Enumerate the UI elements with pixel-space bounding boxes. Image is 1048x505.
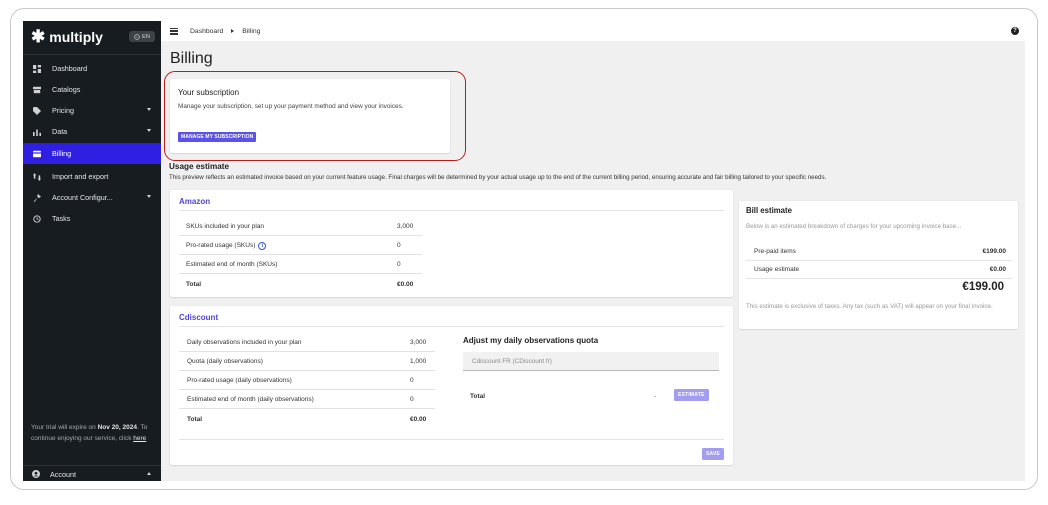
sidebar-item-label: Catalogs bbox=[52, 85, 81, 94]
bill-estimate-card: Bill estimate Below is an estimated brea… bbox=[739, 201, 1018, 329]
account-label: Account bbox=[50, 469, 76, 479]
page-title: Billing bbox=[170, 50, 213, 67]
info-icon[interactable]: i bbox=[258, 241, 267, 250]
table-row-total: Total €0.00 bbox=[186, 280, 414, 288]
sidebar-item-label: Import and export bbox=[52, 172, 109, 181]
bill-row-prepaid: Pre-paid items €199.00 bbox=[746, 243, 1012, 261]
main-content: Billing Your subscription Manage your su… bbox=[161, 41, 1025, 481]
card-divider bbox=[179, 326, 724, 327]
sidebar-item-dashboard[interactable]: Dashboard bbox=[23, 58, 161, 79]
catalog-icon bbox=[33, 86, 41, 93]
breadcrumb-billing: Billing bbox=[242, 27, 261, 35]
table-row: SKUs included in your plan 3,000 bbox=[179, 218, 422, 236]
chevron-down-icon bbox=[147, 129, 151, 132]
usage-estimate-title: Usage estimate bbox=[169, 162, 230, 171]
sidebar-item-billing[interactable]: Billing bbox=[23, 143, 161, 164]
table-row: Pro-rated usage (SKUs) i 0 bbox=[179, 237, 422, 255]
chevron-down-icon bbox=[147, 108, 151, 111]
cdiscount-card: Cdiscount Daily observations included in… bbox=[170, 306, 733, 465]
sidebar-item-label: Billing bbox=[52, 149, 72, 158]
bill-total: €199.00 bbox=[962, 281, 1004, 293]
table-row: Daily observations included in your plan… bbox=[179, 334, 435, 352]
credit-card-icon bbox=[33, 150, 41, 157]
bill-row-usage: Usage estimate €0.00 bbox=[746, 261, 1012, 279]
subscription-card: Your subscription Manage your subscripti… bbox=[170, 79, 450, 153]
translate-icon bbox=[134, 33, 140, 40]
sidebar-item-label: Dashboard bbox=[52, 64, 88, 73]
help-icon[interactable]: ? bbox=[1011, 27, 1019, 35]
cdiscount-title: Cdiscount bbox=[179, 313, 219, 322]
tax-note: This estimate is exclusive of taxes. Any… bbox=[746, 303, 993, 310]
subscription-title: Your subscription bbox=[178, 88, 240, 97]
sidebar-item-tasks[interactable]: Tasks bbox=[23, 208, 161, 229]
brand-logo[interactable]: ✱ multiply bbox=[31, 27, 103, 46]
tag-icon bbox=[33, 106, 41, 115]
account-menu[interactable]: Account bbox=[23, 467, 161, 481]
top-bar: Dashboard Billing ? bbox=[161, 21, 1025, 41]
table-row-total: Total €0.00 bbox=[187, 415, 427, 423]
trial-here-link[interactable]: here bbox=[133, 435, 146, 442]
app: ✱ multiply EN Dashboard Catalogs Pricing… bbox=[23, 21, 1025, 481]
bill-estimate-title: Bill estimate bbox=[746, 206, 792, 215]
chevron-down-icon bbox=[147, 195, 151, 198]
trial-expiry-date: Nov 20, 2024 bbox=[97, 424, 137, 431]
sidebar-item-label: Data bbox=[52, 127, 68, 136]
import-export-icon bbox=[33, 172, 41, 181]
bill-estimate-description: Below is an estimated breakdown of charg… bbox=[746, 223, 962, 230]
language-label: EN bbox=[142, 33, 150, 40]
card-divider bbox=[179, 439, 724, 440]
table-row: Estimated end of month (SKUs) 0 bbox=[179, 256, 422, 274]
chevron-up-icon bbox=[147, 472, 151, 475]
marketplace-select[interactable]: Cdiscount FR (CDiscount fr) bbox=[463, 352, 719, 371]
sidebar-divider bbox=[23, 54, 161, 55]
breadcrumb-separator-icon bbox=[231, 29, 235, 33]
save-button[interactable]: SAVE bbox=[702, 448, 725, 460]
card-divider bbox=[179, 210, 724, 211]
brand-name: multiply bbox=[49, 29, 103, 45]
bar-chart-icon bbox=[33, 129, 41, 136]
adjust-total-value: - bbox=[654, 393, 657, 400]
table-row: Estimated end of month (daily observatio… bbox=[179, 391, 435, 409]
table-row: Quota (daily observations) 1,000 bbox=[179, 353, 435, 371]
subscription-description: Manage your subscription, set up your pa… bbox=[178, 103, 404, 110]
sidebar-item-label: Account Configur... bbox=[52, 193, 113, 202]
wrench-icon bbox=[33, 193, 41, 202]
dashboard-icon bbox=[33, 64, 41, 73]
table-row: Pro-rated usage (daily observations) 0 bbox=[179, 372, 435, 390]
sidebar-item-import-export[interactable]: Import and export bbox=[23, 166, 161, 187]
manage-subscription-button[interactable]: MANAGE MY SUBSCRIPTION bbox=[178, 132, 257, 142]
language-switch[interactable]: EN bbox=[129, 31, 155, 42]
account-circle-icon bbox=[32, 470, 40, 478]
sidebar-item-data[interactable]: Data bbox=[23, 121, 161, 142]
sidebar-item-label: Pricing bbox=[52, 106, 74, 115]
history-icon bbox=[33, 214, 41, 223]
sidebar-item-account-configuration[interactable]: Account Configur... bbox=[23, 187, 161, 208]
breadcrumb-dashboard[interactable]: Dashboard bbox=[190, 28, 223, 35]
sidebar-item-catalogs[interactable]: Catalogs bbox=[23, 79, 161, 100]
amazon-title: Amazon bbox=[179, 197, 211, 206]
adjust-quota-title: Adjust my daily observations quota bbox=[463, 336, 599, 345]
sidebar-divider bbox=[23, 465, 161, 466]
trial-notice: Your trial will expire on Nov 20, 2024. … bbox=[31, 424, 148, 442]
sidebar: ✱ multiply EN Dashboard Catalogs Pricing… bbox=[23, 21, 161, 481]
menu-icon[interactable] bbox=[170, 27, 178, 35]
estimate-button[interactable]: ESTIMATE bbox=[674, 389, 709, 401]
adjust-total-label: Total bbox=[470, 393, 486, 400]
sidebar-item-pricing[interactable]: Pricing bbox=[23, 100, 161, 121]
amazon-card: Amazon SKUs included in your plan 3,000 … bbox=[170, 190, 733, 297]
sidebar-item-label: Tasks bbox=[52, 214, 71, 223]
usage-estimate-description: This preview reflects an estimated invoi… bbox=[169, 174, 827, 181]
asterisk-logo-icon: ✱ bbox=[31, 27, 46, 46]
window-frame: ✱ multiply EN Dashboard Catalogs Pricing… bbox=[10, 8, 1038, 490]
